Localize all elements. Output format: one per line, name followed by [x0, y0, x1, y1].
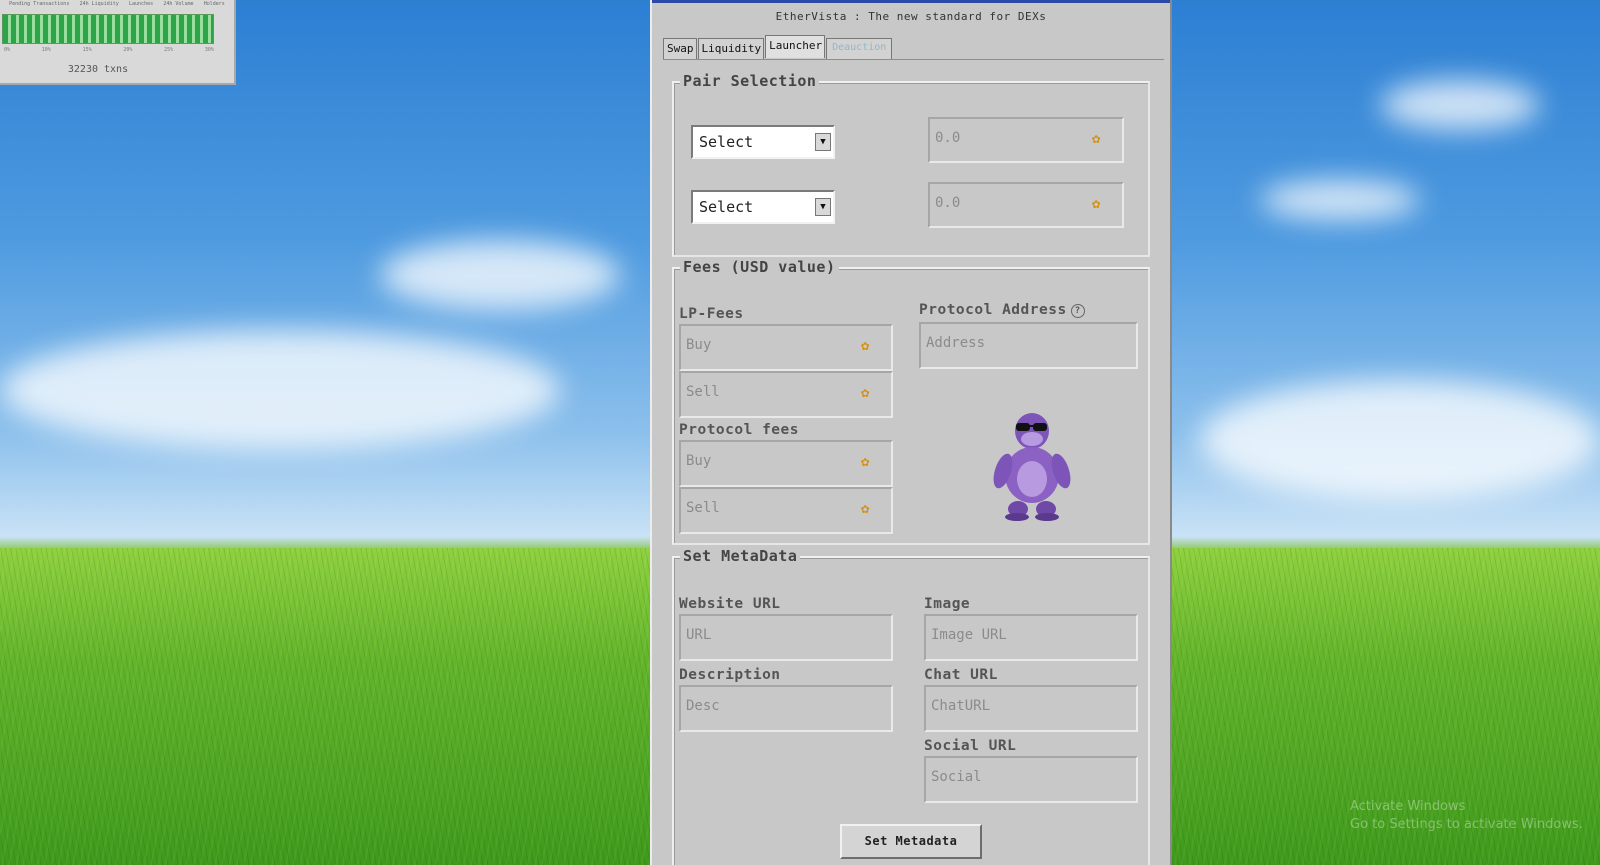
- website-url-placeholder: URL: [686, 627, 712, 643]
- pair-selection-legend: Pair Selection: [680, 72, 820, 90]
- protocol-address-placeholder: Address: [926, 335, 986, 351]
- token-a-amount-field[interactable]: 0.0 ✿: [928, 117, 1124, 163]
- fees-legend: Fees (USD value): [680, 258, 839, 276]
- purple-gorilla-mascot: [993, 413, 1071, 521]
- ethervista-window: EtherVista : The new standard for DEXs S…: [650, 0, 1172, 865]
- pair-selection-group: Pair Selection Select ▼ 0.0 ✿ Select ▼ 0…: [672, 72, 1150, 257]
- txn-count: 32230 txns: [67, 64, 129, 75]
- protocol-address-label: Protocol Address?: [919, 302, 1085, 318]
- tab-deauction[interactable]: Deauction: [826, 38, 893, 59]
- coin-icon: ✿: [861, 454, 870, 470]
- social-url-field[interactable]: Social: [924, 756, 1138, 803]
- website-url-label: Website URL: [679, 596, 781, 612]
- coin-icon: ✿: [1092, 131, 1101, 147]
- fees-group: Fees (USD value) LP-Fees Buy ✿ Sell ✿ Pr…: [672, 258, 1150, 545]
- stats-window: Pending Transactions 24h Liquidity Launc…: [0, 0, 236, 85]
- bar-graph-ticks: 0% 10% 15% 20% 25% 30%: [4, 47, 214, 53]
- token-b-select[interactable]: Select ▼: [691, 190, 835, 224]
- metadata-legend: Set MetaData: [680, 547, 801, 565]
- chat-url-placeholder: ChatURL: [931, 698, 991, 714]
- tab-swap[interactable]: Swap: [663, 38, 697, 59]
- token-b-amount: 0.0: [935, 195, 961, 211]
- image-url-field[interactable]: Image URL: [924, 614, 1138, 661]
- lp-buy-fee-field[interactable]: Buy ✿: [679, 324, 893, 371]
- coin-icon: ✿: [861, 385, 870, 401]
- token-b-amount-field[interactable]: 0.0 ✿: [928, 182, 1124, 228]
- question-circle-icon[interactable]: ?: [1070, 304, 1085, 318]
- protocol-sell-placeholder: Sell: [686, 500, 720, 516]
- coin-icon: ✿: [861, 501, 870, 517]
- social-url-label: Social URL: [924, 738, 1017, 754]
- protocol-sell-fee-field[interactable]: Sell ✿: [679, 487, 893, 534]
- chat-url-field[interactable]: ChatURL: [924, 685, 1138, 732]
- lp-fees-label: LP-Fees: [679, 306, 744, 322]
- stats-column-labels: Pending Transactions 24h Liquidity Launc…: [9, 1, 225, 7]
- image-label: Image: [924, 596, 971, 612]
- description-label: Description: [679, 667, 781, 683]
- lp-sell-fee-field[interactable]: Sell ✿: [679, 371, 893, 418]
- activity-bar-graph: [2, 14, 214, 44]
- description-field[interactable]: Desc: [679, 685, 893, 732]
- tab-bar: Swap Liquidity Launcher Deauction: [663, 35, 893, 60]
- social-url-placeholder: Social: [931, 769, 982, 785]
- chat-url-label: Chat URL: [924, 667, 998, 683]
- window-title: EtherVista : The new standard for DEXs: [775, 10, 1047, 23]
- protocol-buy-fee-field[interactable]: Buy ✿: [679, 440, 893, 487]
- protocol-buy-placeholder: Buy: [686, 453, 712, 469]
- metadata-group: Set MetaData Website URL URL Image Image…: [672, 547, 1150, 865]
- token-b-select-value: Select: [699, 198, 754, 216]
- protocol-fees-label: Protocol fees: [679, 422, 799, 438]
- coin-icon: ✿: [1092, 196, 1101, 212]
- token-a-select-value: Select: [699, 133, 754, 151]
- coin-icon: ✿: [861, 338, 870, 354]
- protocol-address-label-text: Protocol Address: [919, 302, 1067, 318]
- token-a-amount: 0.0: [935, 130, 961, 146]
- chevron-down-icon[interactable]: ▼: [815, 133, 831, 151]
- token-a-select[interactable]: Select ▼: [691, 125, 835, 159]
- chevron-down-icon[interactable]: ▼: [815, 198, 831, 216]
- website-url-field[interactable]: URL: [679, 614, 893, 661]
- activation-watermark: Activate Windows Go to Settings to activ…: [1350, 799, 1583, 832]
- image-url-placeholder: Image URL: [931, 627, 1007, 643]
- tab-launcher[interactable]: Launcher: [765, 35, 826, 58]
- set-metadata-button[interactable]: Set Metadata: [840, 824, 982, 859]
- tab-liquidity[interactable]: Liquidity: [697, 38, 765, 59]
- tab-divider: [663, 59, 1164, 60]
- protocol-address-field[interactable]: Address: [919, 322, 1138, 369]
- lp-sell-placeholder: Sell: [686, 384, 720, 400]
- lp-buy-placeholder: Buy: [686, 337, 712, 353]
- description-placeholder: Desc: [686, 698, 720, 714]
